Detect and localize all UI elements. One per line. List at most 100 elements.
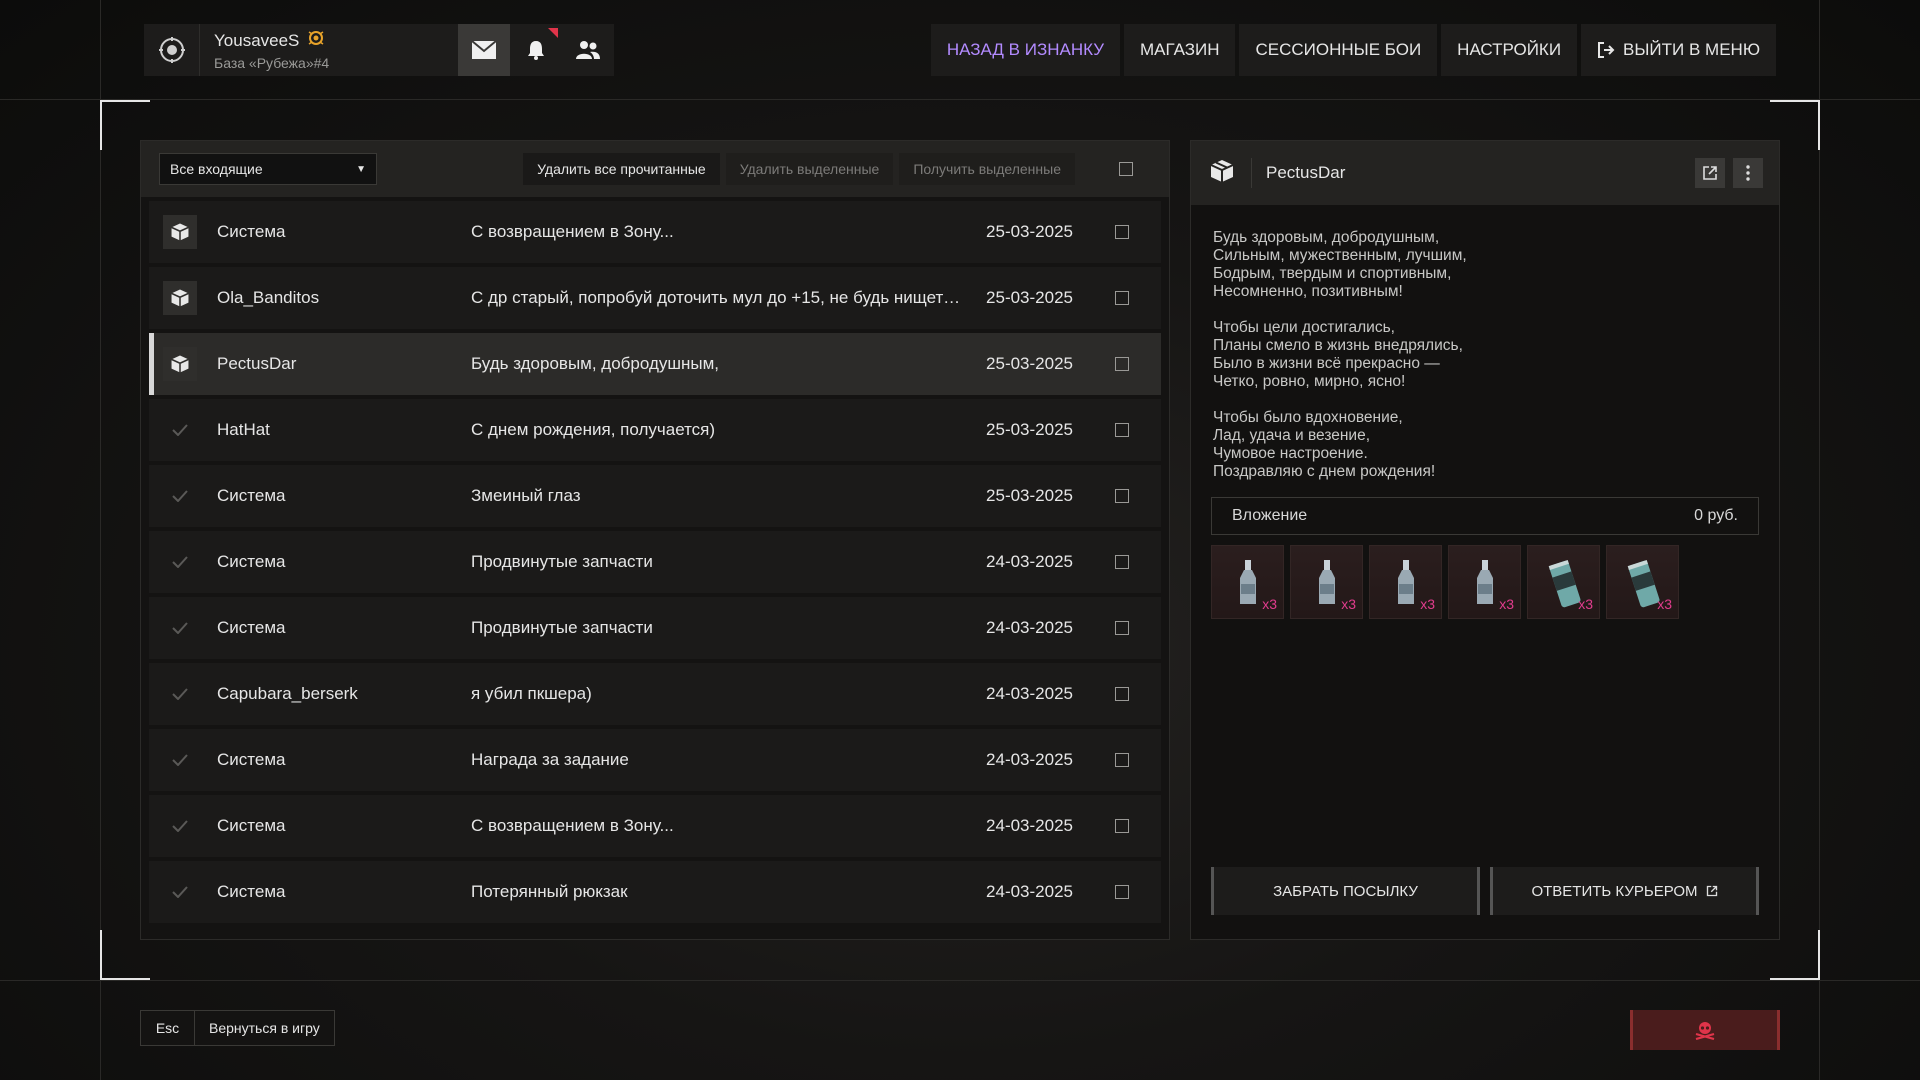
message-list: Система С возвращением в Зону... 25-03-202… (141, 201, 1169, 923)
message-date: 24-03-2025 (986, 750, 1073, 769)
message-sender: Система (217, 882, 286, 901)
frame-line-top (0, 99, 1920, 100)
faction-emblem-icon[interactable] (144, 24, 200, 76)
package-icon (1209, 158, 1235, 189)
mail-button[interactable] (458, 24, 510, 76)
message-line: Несомненно, позитивным! (1213, 283, 1403, 300)
attachment-item[interactable]: x3 (1606, 545, 1679, 619)
header-divider (1251, 158, 1252, 188)
profile-panel: YousaveeS База «Рубежа»#4 (144, 24, 614, 76)
message-reader: PectusDar Будь здоровым, добродушным, Сил… (1190, 140, 1780, 940)
attachment-item[interactable]: x3 (1369, 545, 1442, 619)
message-line: Лад, удача и везение, (1213, 427, 1371, 444)
item-quantity: x3 (1657, 596, 1672, 612)
reader-actions: ЗАБРАТЬ ПОСЫЛКУ ОТВЕТИТЬ КУРЬЕРОМ (1211, 867, 1759, 915)
take-parcel-button[interactable]: ЗАБРАТЬ ПОСЫЛКУ (1211, 867, 1480, 915)
message-row[interactable]: Capubara_berserk я убил пкшера) 24-03-2025 (149, 663, 1161, 725)
message-line: Поздравляю с днем рождения! (1213, 463, 1436, 480)
reply-courier-button[interactable]: ОТВЕТИТЬ КУРЬЕРОМ (1490, 867, 1759, 915)
message-body: Будь здоровым, добродушным, Сильным, муже… (1191, 205, 1779, 481)
back-to-game-hint[interactable]: Esc Вернуться в игру (140, 1010, 335, 1046)
message-checkbox[interactable] (1115, 291, 1129, 305)
message-subject: Продвинутые запчасти (471, 618, 653, 637)
select-all-checkbox[interactable] (1119, 162, 1133, 176)
message-checkbox[interactable] (1115, 489, 1129, 503)
message-row[interactable]: HatHat С днем рождения, получается) 25-03-… (149, 399, 1161, 461)
message-date: 24-03-2025 (986, 816, 1073, 835)
message-sender: Система (217, 618, 286, 637)
message-subject: Змеиный глаз (471, 486, 581, 505)
message-checkbox[interactable] (1115, 225, 1129, 239)
username: YousaveeS (214, 30, 300, 50)
message-row[interactable]: Ola_Banditos С др старый, попробуй доточи… (149, 267, 1161, 329)
attachment-item[interactable]: x3 (1211, 545, 1284, 619)
check-icon (163, 677, 197, 711)
notification-indicator (548, 28, 558, 38)
receive-selected-button[interactable]: Получить выделенные (899, 153, 1075, 185)
notifications-button[interactable] (510, 24, 562, 76)
message-row[interactable]: Система Змеиный глаз 25-03-2025 (149, 465, 1161, 527)
delete-selected-button[interactable]: Удалить выделенные (725, 153, 894, 185)
attachment-item[interactable]: x3 (1448, 545, 1521, 619)
exit-label: ВЫЙТИ В МЕНЮ (1623, 40, 1760, 59)
message-subject: С др старый, попробуй доточить мул до +1… (471, 288, 965, 307)
message-row[interactable]: Система Потерянный рюкзак 24-03-2025 (149, 861, 1161, 923)
reader-sender: PectusDar (1266, 163, 1346, 182)
kebab-menu-icon (1746, 165, 1750, 181)
message-row[interactable]: Система С возвращением в Зону... 25-03-202… (149, 201, 1161, 263)
bottle-icon (1240, 560, 1256, 604)
message-row[interactable]: Система С возвращением в Зону... 24-03-202… (149, 795, 1161, 857)
message-sender: Ola_Banditos (217, 288, 320, 307)
message-checkbox[interactable] (1115, 885, 1129, 899)
friends-button[interactable] (562, 24, 614, 76)
nav-exit-to-menu[interactable]: ВЫЙТИ В МЕНЮ (1581, 24, 1776, 76)
inbox-filter-select[interactable]: Все входящие ▼ (159, 153, 377, 185)
message-sender: PectusDar (217, 354, 297, 373)
reader-header: PectusDar (1191, 141, 1779, 205)
message-sender: Система (217, 750, 286, 769)
message-checkbox[interactable] (1115, 687, 1129, 701)
nav-session-battles[interactable]: СЕССИОННЫЕ БОИ (1239, 24, 1438, 76)
message-date: 25-03-2025 (986, 222, 1073, 241)
bottle-icon (1398, 560, 1414, 604)
message-subject: С возвращением в Зону... (471, 816, 674, 835)
message-checkbox[interactable] (1115, 819, 1129, 833)
can-icon (1548, 559, 1581, 608)
message-checkbox[interactable] (1115, 753, 1129, 767)
inbox-toolbar: Все входящие ▼ Удалить все прочитанные У… (141, 141, 1169, 197)
more-options-button[interactable] (1733, 158, 1763, 188)
open-external-button[interactable] (1695, 158, 1725, 188)
report-button[interactable] (1630, 1010, 1780, 1050)
nav-shop[interactable]: МАГАЗИН (1124, 24, 1236, 76)
nav-back-to-underside[interactable]: НАЗАД В ИЗНАНКУ (930, 24, 1120, 76)
message-row[interactable]: Система Награда за задание 24-03-2025 (149, 729, 1161, 791)
can-icon (1627, 559, 1660, 608)
package-icon (163, 215, 197, 249)
check-icon (163, 479, 197, 513)
message-sender: Система (217, 816, 286, 835)
message-checkbox[interactable] (1115, 423, 1129, 437)
message-subject: С днем рождения, получается) (471, 420, 716, 439)
message-date: 24-03-2025 (986, 684, 1073, 703)
message-row[interactable]: Система Продвинутые запчасти 24-03-2025 (149, 531, 1161, 593)
check-icon (163, 743, 197, 777)
message-row[interactable]: PectusDar Будь здоровым, добродушным, 25-0… (149, 333, 1161, 395)
frame-line-bottom (0, 980, 1920, 981)
message-line: Бодрым, твердым и спортивным, (1213, 265, 1452, 282)
dropdown-arrow-icon: ▼ (356, 163, 366, 175)
delete-read-button[interactable]: Удалить все прочитанные (523, 153, 720, 185)
message-checkbox[interactable] (1115, 357, 1129, 371)
attachment-item[interactable]: x3 (1527, 545, 1600, 619)
message-line: Чтобы цели достигались, (1213, 319, 1395, 336)
item-quantity: x3 (1262, 596, 1277, 612)
attachment-item[interactable]: x3 (1290, 545, 1363, 619)
take-parcel-label: ЗАБРАТЬ ПОСЫЛКУ (1273, 882, 1418, 900)
message-checkbox[interactable] (1115, 621, 1129, 635)
message-paragraph: Чтобы было вдохновение, Лад, удача и везе… (1213, 409, 1757, 481)
inbox-filter-value: Все входящие (170, 161, 263, 177)
message-sender: Capubara_berserk (217, 684, 358, 703)
friends-icon (576, 41, 600, 59)
message-row[interactable]: Система Продвинутые запчасти 24-03-2025 (149, 597, 1161, 659)
message-checkbox[interactable] (1115, 555, 1129, 569)
nav-settings[interactable]: НАСТРОЙКИ (1441, 24, 1578, 76)
